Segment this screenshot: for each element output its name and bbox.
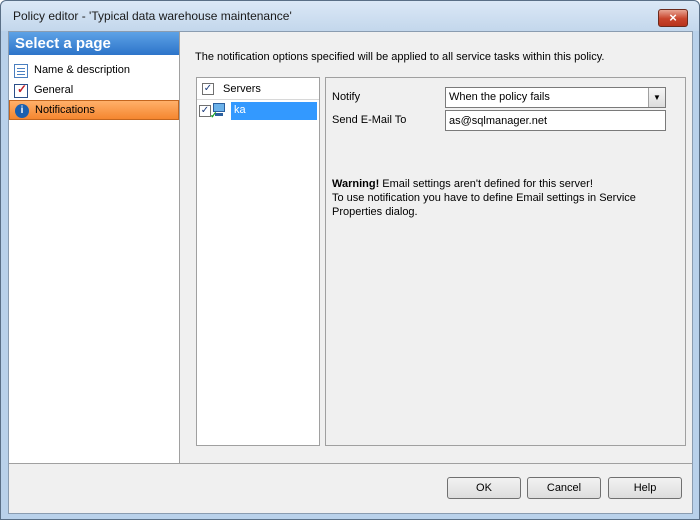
server-row[interactable]: ✓ ✓ ka	[197, 101, 319, 121]
warning-title: Warning!	[332, 178, 380, 190]
cancel-button[interactable]: Cancel	[527, 477, 601, 499]
page-item-notifications[interactable]: i Notifications	[9, 100, 179, 120]
page-item-label: Notifications	[35, 104, 95, 116]
notify-label: Notify	[332, 91, 361, 103]
warning-line2: To use notification you have to define E…	[332, 192, 636, 218]
page-item-label: Name & description	[34, 64, 130, 76]
email-label: Send E-Mail To	[332, 114, 407, 126]
notification-info-text: The notification options specified will …	[195, 51, 605, 63]
document-icon	[14, 64, 28, 78]
checklist-icon	[14, 82, 28, 98]
footer-divider	[9, 463, 692, 464]
servers-select-all-checkbox[interactable]: ✓	[202, 83, 214, 95]
dialog-body: Select a page Name & description General…	[8, 31, 693, 514]
chevron-down-icon[interactable]: ▼	[648, 88, 665, 107]
notification-settings-panel: Notify When the policy fails ▼ Send E-Ma…	[325, 77, 686, 446]
page-list: Select a page Name & description General…	[9, 32, 180, 463]
warning-message: Warning! Email settings aren't defined f…	[332, 177, 662, 219]
servers-header-label: Servers	[223, 83, 261, 95]
page-item-label: General	[34, 84, 74, 96]
ok-button[interactable]: OK	[447, 477, 521, 499]
notify-select[interactable]: When the policy fails ▼	[445, 87, 666, 108]
notify-value: When the policy fails	[449, 91, 550, 103]
page-item-name-description[interactable]: Name & description	[9, 61, 179, 81]
policy-editor-window: Policy editor - 'Typical data warehouse …	[0, 0, 700, 520]
computer-icon: ✓	[210, 103, 226, 120]
servers-header: ✓ Servers	[197, 78, 319, 100]
servers-tree: ✓ Servers ✓ ✓ ka	[196, 77, 320, 446]
info-icon: i	[15, 104, 29, 118]
server-name: ka	[231, 102, 317, 120]
close-button[interactable]: ×	[658, 9, 688, 27]
email-field[interactable]	[445, 110, 666, 131]
page-item-general[interactable]: General	[9, 81, 179, 101]
title-bar[interactable]: Policy editor - 'Typical data warehouse …	[1, 1, 699, 31]
warning-line1: Email settings aren't defined for this s…	[379, 178, 593, 190]
help-button[interactable]: Help	[608, 477, 682, 499]
window-title: Policy editor - 'Typical data warehouse …	[13, 9, 292, 23]
page-list-header: Select a page	[9, 32, 179, 55]
